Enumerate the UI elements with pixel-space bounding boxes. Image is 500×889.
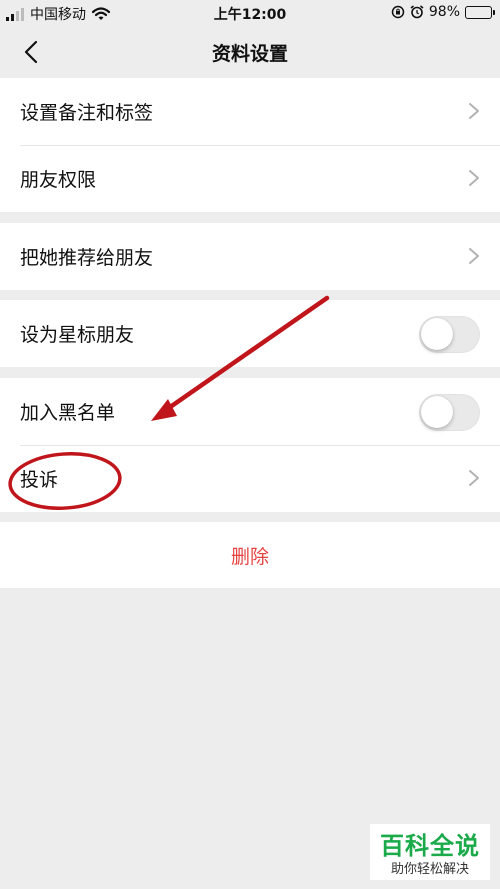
set-remark-and-tags-row[interactable]: 设置备注和标签: [0, 78, 500, 145]
battery-icon: [465, 5, 495, 19]
lock-rotation-icon: [391, 5, 405, 19]
row-label: 加入黑名单: [20, 402, 116, 424]
star-friend-toggle[interactable]: [419, 316, 480, 353]
battery-percent: 98%: [428, 4, 460, 20]
row-label: 设为星标朋友: [20, 324, 135, 346]
watermark-logo: 百科全说 助你轻松解决: [370, 824, 490, 880]
complain-row[interactable]: 投诉: [0, 445, 500, 512]
signal-icon: [6, 7, 24, 21]
wifi-icon: [92, 7, 110, 20]
star-friend-row: 设为星标朋友: [0, 300, 500, 367]
row-label: 设置备注和标签: [20, 102, 154, 124]
recommend-to-friend-row[interactable]: 把她推荐给朋友: [0, 223, 500, 290]
status-bar: 中国移动 上午12:00 98%: [0, 0, 500, 26]
settings-group-2: 把她推荐给朋友: [0, 223, 500, 290]
status-bar-right: 98%: [391, 4, 495, 20]
status-bar-left: 中国移动: [6, 4, 110, 24]
toggle-knob: [421, 318, 453, 350]
chevron-right-icon: [469, 248, 479, 264]
settings-group-1: 设置备注和标签 朋友权限: [0, 78, 500, 212]
back-chevron-icon: [24, 40, 38, 64]
watermark-subtitle: 助你轻松解决: [390, 862, 469, 877]
chevron-right-icon: [469, 470, 479, 486]
chevron-right-icon: [469, 103, 479, 119]
delete-contact-button[interactable]: 删除: [0, 522, 500, 588]
screen: 中国移动 上午12:00 98% 资料设置 设置备注和标签 朋友权限 把她推荐给…: [0, 0, 500, 889]
watermark-title: 百科全说: [380, 832, 480, 860]
alarm-icon: [410, 5, 424, 19]
friend-permissions-row[interactable]: 朋友权限: [0, 145, 500, 212]
row-label: 投诉: [20, 469, 59, 491]
blacklist-toggle[interactable]: [419, 394, 480, 431]
chevron-right-icon: [469, 170, 479, 186]
row-label: 把她推荐给朋友: [20, 247, 154, 269]
row-label: 朋友权限: [20, 169, 97, 191]
carrier-label: 中国移动: [30, 7, 86, 23]
settings-group-4: 加入黑名单 投诉: [0, 378, 500, 512]
settings-group-3: 设为星标朋友: [0, 300, 500, 367]
toggle-knob: [421, 396, 453, 428]
page-title: 资料设置: [211, 43, 288, 65]
add-to-blacklist-row: 加入黑名单: [0, 378, 500, 445]
nav-bar: 资料设置: [0, 26, 500, 78]
back-button[interactable]: [14, 36, 48, 68]
